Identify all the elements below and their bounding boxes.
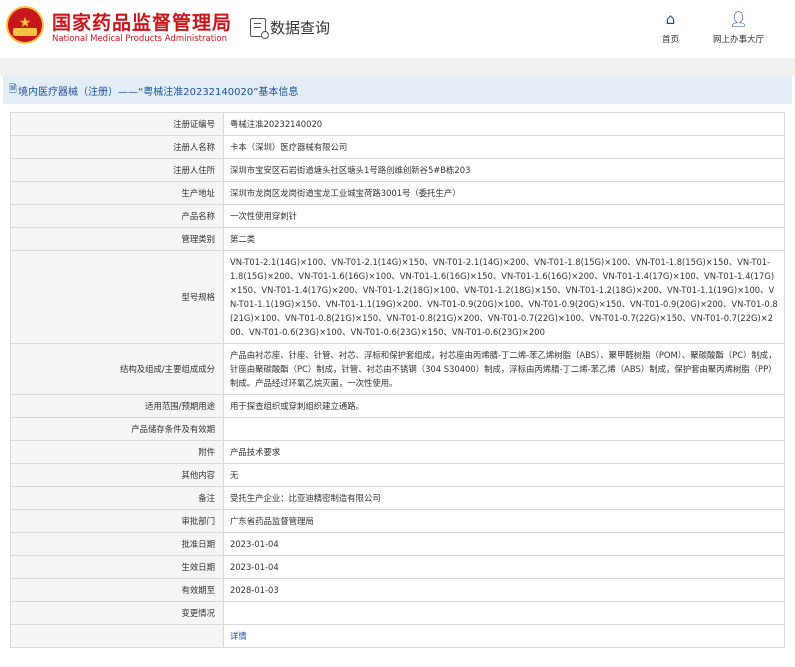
detail-table-wrapper: 注册证编号 粤械注准20232140020 注册人名称 卡本（深圳）医疗器械有限…	[10, 112, 785, 648]
brand-name-en[interactable]: National Medical Products Administration	[52, 34, 227, 44]
field-value: 产品技术要求	[223, 440, 785, 464]
table-row: 注册人住所 深圳市宝安区石岩街道塘头社区塘头1号路创维创新谷5#B栋203	[10, 158, 785, 182]
nav-online-service-hall-label: 网上办事大厅	[713, 35, 765, 45]
emblem-band	[13, 28, 37, 36]
field-label: 产品储存条件及有效期	[10, 417, 224, 441]
document-icon: 🗎	[9, 83, 18, 95]
field-value: 广东省药品监督管理局	[223, 509, 785, 533]
field-label: 其他内容	[10, 463, 224, 487]
table-row: 产品储存条件及有效期	[10, 417, 785, 441]
field-label: 注册证编号	[10, 112, 224, 136]
header-divider	[0, 58, 795, 76]
field-value: 深圳市龙岗区龙岗街道宝龙工业城宝荷路3001号（委托生产）	[223, 181, 785, 205]
breadcrumb-text: 境内医疗器械（注册）——“粤械注准20232140020”基本信息	[18, 86, 299, 98]
field-label: 批准日期	[10, 532, 224, 556]
field-value: 粤械注准20232140020	[223, 112, 785, 136]
home-icon: ⌂	[665, 10, 676, 28]
table-row: 附件 产品技术要求	[10, 440, 785, 464]
field-label	[10, 624, 224, 648]
field-label: 有效期至	[10, 578, 224, 602]
field-label: 产品名称	[10, 204, 224, 228]
field-value: 2028-01-03	[223, 578, 785, 602]
table-row: 型号规格 VN-T01-2.1(14G)×100、VN-T01-2.1(14G)…	[10, 250, 785, 344]
table-row: 详情	[10, 624, 785, 648]
field-label: 注册人住所	[10, 158, 224, 182]
field-label: 结构及组成/主要组成成分	[10, 343, 224, 395]
table-row: 适用范围/预期用途 用于探查组织或穿刺组织建立通路。	[10, 394, 785, 418]
table-row: 结构及组成/主要组成成分 产品由衬芯座、针座、针管、衬芯、浮标和保护套组成，衬芯…	[10, 343, 785, 395]
table-row: 备注 受托生产企业：比亚迪精密制造有限公司	[10, 486, 785, 510]
field-label: 适用范围/预期用途	[10, 394, 224, 418]
field-value: 用于探查组织或穿刺组织建立通路。	[223, 394, 785, 418]
field-label: 管理类别	[10, 227, 224, 251]
field-label: 附件	[10, 440, 224, 464]
nav-home[interactable]: ⌂ 首页	[662, 10, 679, 45]
site-header: ★ 国家药品监督管理局 National Medical Products Ad…	[0, 0, 795, 58]
nav-online-service-hall[interactable]: 👤︎ 网上办事大厅	[713, 10, 764, 45]
field-label: 变更情况	[10, 601, 224, 625]
nav-home-label: 首页	[662, 35, 680, 45]
table-row: 管理类别 第二类	[10, 227, 785, 251]
field-value: 2023-01-04	[223, 532, 785, 556]
table-row: 注册人名称 卡本（深圳）医疗器械有限公司	[10, 135, 785, 159]
emblem-logo[interactable]: ★	[6, 6, 44, 44]
document-search-icon	[250, 17, 269, 39]
table-row: 审批部门 广东省药品监督管理局	[10, 509, 785, 533]
field-value: 产品由衬芯座、针座、针管、衬芯、浮标和保护套组成，衬芯座由丙烯腈-丁二烯-苯乙烯…	[223, 343, 785, 395]
table-row: 生产地址 深圳市龙岗区龙岗街道宝龙工业城宝荷路3001号（委托生产）	[10, 181, 785, 205]
brand-name-cn[interactable]: 国家药品监督管理局	[52, 8, 232, 35]
data-query-label: 数据查询	[270, 18, 331, 37]
table-row: 变更情况	[10, 601, 785, 625]
table-row: 其他内容 无	[10, 463, 785, 487]
detail-table: 注册证编号 粤械注准20232140020 注册人名称 卡本（深圳）医疗器械有限…	[10, 112, 785, 648]
field-value	[223, 417, 785, 441]
table-row: 产品名称 一次性使用穿刺针	[10, 204, 785, 228]
table-row: 有效期至 2028-01-03	[10, 578, 785, 602]
field-label: 注册人名称	[10, 135, 224, 159]
user-icon: 👤︎	[728, 10, 749, 28]
table-row: 生效日期 2023-01-04	[10, 555, 785, 579]
field-value: 受托生产企业：比亚迪精密制造有限公司	[223, 486, 785, 510]
table-row: 批准日期 2023-01-04	[10, 532, 785, 556]
field-label: 型号规格	[10, 250, 224, 344]
field-value: 深圳市宝安区石岩街道塘头社区塘头1号路创维创新谷5#B栋203	[223, 158, 785, 182]
field-label: 生产地址	[10, 181, 224, 205]
field-value: 一次性使用穿刺针	[223, 204, 785, 228]
details-link[interactable]: 详情	[230, 631, 247, 641]
field-value-link: 详情	[223, 624, 785, 648]
field-value	[223, 601, 785, 625]
field-value: 无	[223, 463, 785, 487]
field-label: 备注	[10, 486, 224, 510]
field-value: 第二类	[223, 227, 785, 251]
field-label: 审批部门	[10, 509, 224, 533]
field-value: 卡本（深圳）医疗器械有限公司	[223, 135, 785, 159]
field-label: 生效日期	[10, 555, 224, 579]
field-value: 2023-01-04	[223, 555, 785, 579]
breadcrumb: 🗎 境内医疗器械（注册）——“粤械注准20232140020”基本信息	[3, 76, 792, 104]
field-value: VN-T01-2.1(14G)×100、VN-T01-2.1(14G)×150、…	[223, 250, 785, 344]
data-query-title: 数据查询	[250, 16, 331, 39]
table-row: 注册证编号 粤械注准20232140020	[10, 112, 785, 136]
